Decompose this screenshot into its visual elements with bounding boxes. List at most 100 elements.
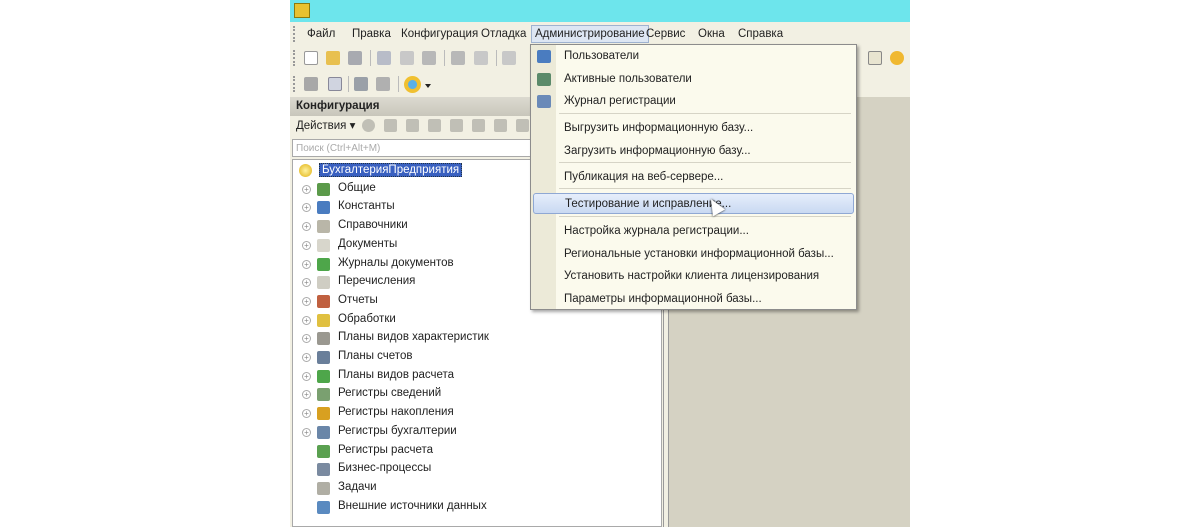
sort-icon[interactable] <box>494 119 507 132</box>
tree-node[interactable]: Бизнес-процессы <box>293 460 653 478</box>
move-down-icon[interactable] <box>472 119 485 132</box>
expand-icon[interactable]: + <box>302 390 311 400</box>
tree-node-label: Регистры расчета <box>338 443 434 456</box>
menu-separator <box>559 216 851 217</box>
expand-icon[interactable]: + <box>302 240 311 250</box>
preview-icon[interactable] <box>474 51 488 65</box>
expand-icon[interactable]: + <box>302 409 311 419</box>
run-debug-icon[interactable] <box>404 76 421 93</box>
tree-node[interactable]: Задачи <box>293 479 653 497</box>
save-icon[interactable] <box>348 51 362 65</box>
toolbar-grip[interactable] <box>293 76 296 92</box>
filter-icon[interactable] <box>516 119 529 132</box>
menu-item[interactable]: Журнал регистрации <box>533 91 854 112</box>
tree-node-icon <box>317 444 330 458</box>
menu-file[interactable]: Файл <box>304 27 338 41</box>
expand-icon[interactable]: + <box>302 184 311 194</box>
chevron-down-icon[interactable] <box>425 84 431 88</box>
tree-node[interactable]: + Планы счетов <box>293 348 653 366</box>
tree-node[interactable]: + Регистры бухгалтерии <box>293 423 653 441</box>
expand-icon[interactable]: + <box>302 353 311 362</box>
tree-node-label: Обработки <box>338 312 396 325</box>
divider <box>444 50 445 66</box>
user-icon <box>537 50 551 63</box>
toolbar-grip[interactable] <box>293 50 296 66</box>
tree-node[interactable]: + Регистры сведений <box>293 385 653 403</box>
copy-icon[interactable] <box>400 51 414 65</box>
menu-separator <box>559 113 851 114</box>
undo-icon[interactable] <box>502 51 516 65</box>
expand-icon[interactable]: + <box>302 296 311 306</box>
tree-node[interactable]: Внешние источники данных <box>293 498 653 516</box>
menu-service[interactable]: Сервис <box>643 27 688 41</box>
divider <box>348 76 349 92</box>
expand-icon[interactable]: + <box>302 315 311 325</box>
tree-node-label: Документы <box>338 237 398 250</box>
expand-icon[interactable]: + <box>302 427 311 437</box>
database-icon[interactable] <box>354 77 368 91</box>
menu-help[interactable]: Справка <box>735 27 786 41</box>
tree-node-icon <box>317 463 330 477</box>
toolbar-grip[interactable] <box>293 26 296 42</box>
expand-icon[interactable]: + <box>302 334 311 344</box>
tree-node-icon <box>317 238 330 252</box>
tree-node-label: Регистры накопления <box>338 406 454 419</box>
tree-node[interactable]: + Регистры накопления <box>293 404 653 422</box>
tree-node-icon <box>299 164 312 177</box>
tree-node[interactable]: + Планы видов характеристик <box>293 329 653 347</box>
add-icon[interactable] <box>362 119 375 132</box>
menu-item[interactable]: Параметры информационной базы... <box>533 289 854 310</box>
expand-icon[interactable]: + <box>302 371 311 381</box>
menu-item-label: Публикация на веб-сервере... <box>564 171 724 183</box>
cut-icon[interactable] <box>377 51 391 65</box>
menu-item[interactable]: Пользователи <box>533 46 854 67</box>
tree-node-icon <box>317 369 330 383</box>
expand-icon[interactable]: + <box>302 203 311 213</box>
menu-item[interactable]: Установить настройки клиента лицензирова… <box>533 266 854 287</box>
tree-node-label: Справочники <box>338 219 408 232</box>
open-icon[interactable] <box>326 51 340 65</box>
menu-windows[interactable]: Окна <box>695 27 728 41</box>
menu-item[interactable]: Настройка журнала регистрации... <box>533 221 854 242</box>
menu-item-label: Загрузить информационную базу... <box>564 145 751 157</box>
expand-icon[interactable]: + <box>302 278 311 288</box>
delete-icon[interactable] <box>428 119 441 132</box>
tree-node[interactable]: Регистры расчета <box>293 442 653 460</box>
menu-debug[interactable]: Отладка <box>478 27 529 41</box>
menu-edit[interactable]: Правка <box>349 27 394 41</box>
tree-node[interactable]: + Планы видов расчета <box>293 367 653 385</box>
menu-item[interactable]: Выгрузить информационную базу... <box>533 118 854 139</box>
move-up-icon[interactable] <box>450 119 463 132</box>
menu-item[interactable]: Активные пользователи <box>533 69 854 90</box>
tree-node-label: БухгалтерияПредприятия <box>319 163 463 177</box>
syntax-helper-icon[interactable] <box>868 51 882 65</box>
compare-icon[interactable] <box>328 77 342 91</box>
expand-icon[interactable]: + <box>302 222 311 232</box>
tree-node[interactable]: + Обработки <box>293 311 653 329</box>
new-icon[interactable] <box>304 51 318 65</box>
administration-dropdown: Пользователи Активные пользователи Журнал … <box>530 44 857 310</box>
copy-icon[interactable] <box>406 119 419 132</box>
window-icon[interactable] <box>376 77 390 91</box>
app-icon <box>294 3 310 18</box>
tree-node-label: Регистры бухгалтерии <box>338 424 457 437</box>
tree-node-icon <box>317 332 330 346</box>
tree-node-icon <box>317 294 330 308</box>
menu-administration[interactable]: Администрирование <box>531 25 649 43</box>
menu-item[interactable]: Загрузить информационную базу... <box>533 141 854 162</box>
config-icon[interactable] <box>304 77 318 91</box>
menu-item[interactable]: Публикация на веб-сервере... <box>533 167 854 188</box>
divider <box>398 76 399 92</box>
info-icon[interactable] <box>890 51 904 65</box>
tree-node-label: Регистры сведений <box>338 387 442 400</box>
tree-node-icon <box>317 201 330 215</box>
paste-icon[interactable] <box>422 51 436 65</box>
menu-configuration[interactable]: Конфигурация <box>398 27 481 41</box>
expand-icon[interactable]: + <box>302 259 311 269</box>
menu-item[interactable]: Региональные установки информационной ба… <box>533 244 854 265</box>
edit-icon[interactable] <box>384 119 397 132</box>
menu-item[interactable]: Тестирование и исправление... <box>533 193 854 214</box>
print-icon[interactable] <box>451 51 465 65</box>
title-bar <box>290 0 910 22</box>
actions-menu-button[interactable]: Действия ▾ <box>296 118 355 132</box>
